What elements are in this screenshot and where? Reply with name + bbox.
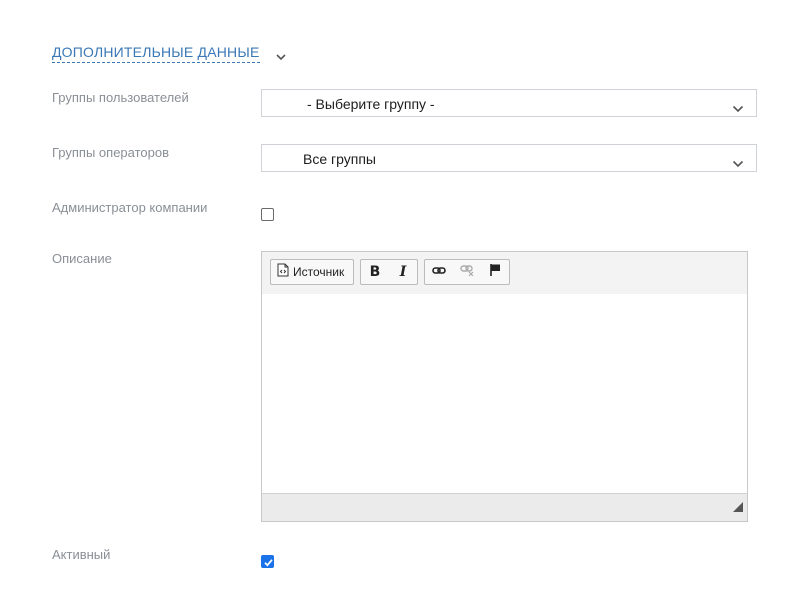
toolbar-group-document: Источник bbox=[270, 259, 354, 285]
source-icon bbox=[277, 263, 289, 282]
user-groups-label: Группы пользователей bbox=[52, 90, 189, 105]
editor-content-area[interactable] bbox=[262, 294, 747, 494]
user-groups-select[interactable]: - Выберите группу - bbox=[261, 89, 757, 117]
link-button[interactable] bbox=[425, 260, 453, 284]
user-groups-value: - Выберите группу - bbox=[307, 96, 435, 112]
section-title[interactable]: ДОПОЛНИТЕЛЬНЫЕ ДАННЫЕ bbox=[52, 44, 260, 63]
toolbar-group-links bbox=[424, 259, 510, 285]
bold-button[interactable]: B bbox=[361, 260, 389, 284]
company-admin-checkbox[interactable] bbox=[261, 208, 274, 221]
active-label: Активный bbox=[52, 547, 111, 562]
chevron-down-icon[interactable] bbox=[275, 49, 287, 60]
toolbar-group-basic: B I bbox=[360, 259, 418, 285]
flag-icon bbox=[489, 263, 501, 282]
italic-icon: I bbox=[399, 264, 407, 280]
active-checkbox[interactable] bbox=[261, 555, 274, 568]
unlink-icon bbox=[460, 263, 474, 281]
editor-toolbar: Источник B I bbox=[262, 252, 747, 295]
description-label: Описание bbox=[52, 251, 112, 266]
resize-handle-icon[interactable] bbox=[733, 499, 743, 517]
chevron-down-icon bbox=[732, 100, 744, 113]
italic-button[interactable]: I bbox=[389, 260, 417, 284]
operator-groups-label: Группы операторов bbox=[52, 145, 170, 160]
unlink-button[interactable] bbox=[453, 260, 481, 284]
operator-groups-select[interactable]: Все группы bbox=[261, 144, 757, 172]
source-button[interactable]: Источник bbox=[271, 260, 350, 284]
link-icon bbox=[432, 263, 446, 281]
bold-icon: B bbox=[369, 264, 381, 280]
chevron-down-icon bbox=[732, 155, 744, 168]
anchor-button[interactable] bbox=[481, 260, 509, 284]
operator-groups-value: Все группы bbox=[303, 151, 376, 167]
company-admin-label: Администратор компании bbox=[52, 200, 208, 215]
editor-statusbar bbox=[262, 493, 747, 521]
checkmark-icon bbox=[264, 559, 273, 567]
section-toggle[interactable]: ДОПОЛНИТЕЛЬНЫЕ ДАННЫЕ bbox=[52, 44, 287, 63]
source-label: Источник bbox=[293, 265, 345, 279]
rich-text-editor: Источник B I bbox=[261, 251, 748, 522]
